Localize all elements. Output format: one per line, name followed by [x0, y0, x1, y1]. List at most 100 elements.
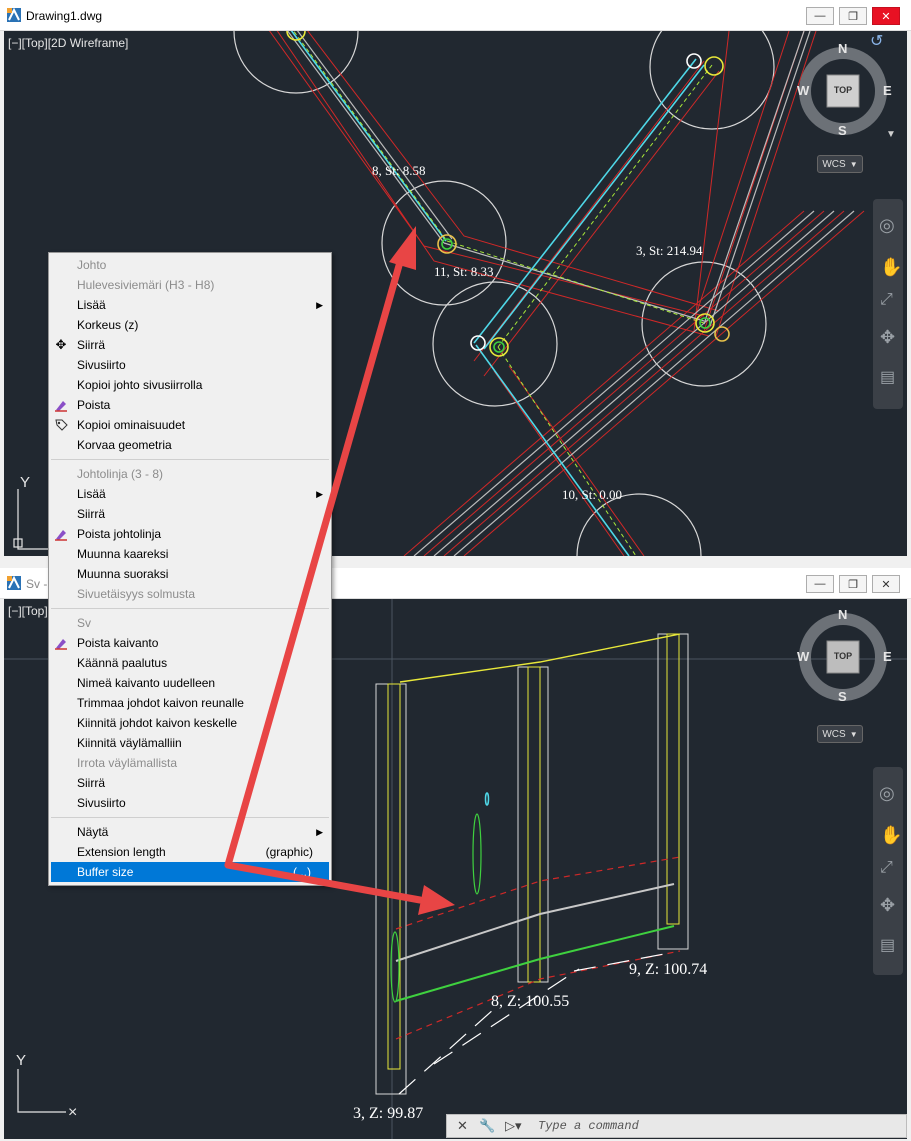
pan-icon[interactable]: ✋ — [880, 257, 902, 278]
wcs-dropdown[interactable]: WCS ▼ — [817, 725, 863, 743]
zoom-extents-icon[interactable]: ⤢ — [880, 291, 893, 309]
command-input[interactable]: Type a command — [538, 1119, 639, 1133]
orbit-icon[interactable]: ✥ — [880, 327, 895, 348]
showmotion-icon[interactable]: ▤ — [880, 935, 895, 955]
viewcube-top-face[interactable]: TOP — [830, 651, 856, 661]
steering-wheel-icon[interactable]: ◎ — [879, 783, 895, 804]
menu-item-kaanna-paalutus[interactable]: Käännä paalutus — [49, 653, 331, 673]
viewcube-menu-icon[interactable]: ▼ — [886, 129, 896, 140]
autocad-app-icon — [7, 8, 21, 22]
erase-icon — [53, 526, 69, 542]
pan-icon[interactable]: ✋ — [880, 825, 902, 846]
menu-item-poista-johtolinja[interactable]: Poista johtolinja — [49, 524, 331, 544]
navigation-bar: ◎ ✋ ⤢ ✥ ▤ — [873, 767, 903, 975]
erase-icon — [53, 397, 69, 413]
chevron-down-icon: ▼ — [849, 729, 858, 739]
erase-icon — [53, 635, 69, 651]
wcs-label: WCS — [822, 728, 846, 740]
menu-item-siirra-2[interactable]: Siirrä — [49, 504, 331, 524]
menu-separator — [51, 817, 329, 818]
menu-item-poista[interactable]: Poista — [49, 395, 331, 415]
window-title: Drawing1.dwg — [26, 9, 103, 23]
ucs-y-label: Y — [20, 474, 30, 491]
close-icon[interactable]: ✕ — [457, 1118, 468, 1134]
maximize-button[interactable]: ❐ — [839, 575, 867, 593]
context-menu: Johto Hulevesiviemäri (H3 - H8) Lisää ▶ K… — [48, 252, 332, 886]
menu-header-johto: Johto — [77, 258, 107, 272]
minimize-button[interactable]: — — [806, 575, 834, 593]
close-icon: ✕ — [881, 10, 891, 23]
menu-item-lisaa-2[interactable]: Lisää ▶ — [49, 484, 331, 504]
menu-item-poista-kaivanto[interactable]: Poista kaivanto — [49, 633, 331, 653]
command-history-icon[interactable]: ▷▾ — [505, 1118, 522, 1134]
menu-item-irrota-vaylamallista: Irrota väylämallista — [77, 756, 178, 770]
compass-west[interactable]: W — [797, 83, 809, 98]
compass-north[interactable]: N — [838, 607, 847, 622]
compass-west[interactable]: W — [797, 649, 809, 664]
navigation-bar: ◎ ✋ ⤢ ✥ ▤ — [873, 199, 903, 409]
submenu-arrow-icon: ▶ — [316, 300, 323, 310]
menu-item-kopioi-johto[interactable]: Kopioi johto sivusiirrolla — [49, 375, 331, 395]
minimize-button[interactable]: — — [806, 7, 834, 25]
label-node-3: 3, Z: 99.87 — [353, 1105, 423, 1122]
menu-item-sivuetaisyys: Sivuetäisyys solmusta — [77, 587, 196, 601]
submenu-arrow-icon: ▶ — [316, 489, 323, 499]
compass-east[interactable]: E — [883, 83, 892, 98]
move-icon: ✥ — [55, 337, 67, 352]
restore-icon: ❐ — [848, 10, 858, 23]
menu-header-pipe-name: Hulevesiviemäri (H3 - H8) — [77, 278, 215, 292]
match-properties-icon — [53, 417, 69, 433]
close-button[interactable]: ✕ — [872, 7, 900, 25]
compass-south[interactable]: S — [838, 689, 847, 704]
label-node-3: 3, St: 214.94 — [636, 243, 703, 258]
showmotion-icon[interactable]: ▤ — [880, 367, 895, 387]
chevron-down-icon: ▼ — [849, 159, 858, 169]
menu-item-korvaa-geometria[interactable]: Korvaa geometria — [49, 435, 331, 455]
menu-item-buffer-size[interactable]: Buffer size (...) — [51, 862, 329, 882]
orbit-icon[interactable]: ✥ — [880, 895, 895, 916]
menu-item-extension-length[interactable]: Extension length (graphic) — [49, 842, 331, 862]
steering-wheel-icon[interactable]: ◎ — [879, 215, 895, 236]
zoom-extents-icon[interactable]: ⤢ — [880, 859, 893, 877]
ucs-x-glyph: × — [68, 1104, 77, 1121]
menu-header-sv: Sv — [77, 616, 92, 630]
menu-item-muunna-suoraksi[interactable]: Muunna suoraksi — [49, 564, 331, 584]
minimize-icon: — — [814, 578, 826, 590]
ucs-icon — [17, 1069, 66, 1113]
extension-length-value: (graphic) — [265, 845, 313, 859]
menu-item-muunna-kaareksi[interactable]: Muunna kaareksi — [49, 544, 331, 564]
menu-item-sivusiirto-2[interactable]: Sivusiirto — [49, 793, 331, 813]
close-icon: ✕ — [881, 578, 891, 591]
minimize-icon: — — [814, 10, 826, 22]
wcs-dropdown[interactable]: WCS ▼ — [817, 155, 863, 173]
label-node-9: 9, Z: 100.74 — [629, 961, 707, 978]
close-button[interactable]: ✕ — [872, 575, 900, 593]
maximize-button[interactable]: ❐ — [839, 7, 867, 25]
customize-wrench-icon[interactable]: 🔧 — [479, 1118, 495, 1134]
menu-item-lisaa[interactable]: Lisää ▶ — [49, 295, 331, 315]
menu-item-kiinnita-johdot[interactable]: Kiinnitä johdot kaivon keskelle — [49, 713, 331, 733]
wcs-label: WCS — [822, 158, 846, 170]
menu-item-kopioi-ominaisuudet[interactable]: Kopioi ominaisuudet — [49, 415, 331, 435]
menu-item-korkeus[interactable]: Korkeus (z) — [49, 315, 331, 335]
compass-east[interactable]: E — [883, 649, 892, 664]
viewcube[interactable]: N S E W TOP — [797, 607, 892, 704]
menu-item-sivusiirto[interactable]: Sivusiirto — [49, 355, 331, 375]
viewcube-top-face[interactable]: TOP — [830, 85, 856, 95]
compass-south[interactable]: S — [838, 123, 847, 138]
compass-north[interactable]: N — [838, 41, 847, 56]
menu-item-nimea-kaivanto[interactable]: Nimeä kaivanto uudelleen — [49, 673, 331, 693]
ucs-y-label: Y — [16, 1052, 26, 1069]
buffer-size-value: (...) — [293, 865, 311, 879]
viewcube[interactable]: N S E W TOP — [797, 41, 892, 138]
home-icon[interactable]: ↺ — [870, 31, 883, 51]
menu-item-kiinnita-vaylamalliin[interactable]: Kiinnitä väylämalliin — [49, 733, 331, 753]
menu-item-trimmaa-johdot[interactable]: Trimmaa johdot kaivon reunalle — [49, 693, 331, 713]
command-line[interactable]: ✕ 🔧 ▷▾ Type a command — [446, 1114, 907, 1138]
menu-separator — [51, 608, 329, 609]
top-window-titlebar[interactable]: Drawing1.dwg — ❐ ✕ — [0, 0, 911, 31]
menu-item-siirra-3[interactable]: Siirrä — [49, 773, 331, 793]
menu-item-nayta[interactable]: Näytä ▶ — [49, 822, 331, 842]
label-node-8: 8, Z: 100.55 — [491, 993, 569, 1010]
menu-item-siirra[interactable]: ✥ Siirrä — [49, 335, 331, 355]
